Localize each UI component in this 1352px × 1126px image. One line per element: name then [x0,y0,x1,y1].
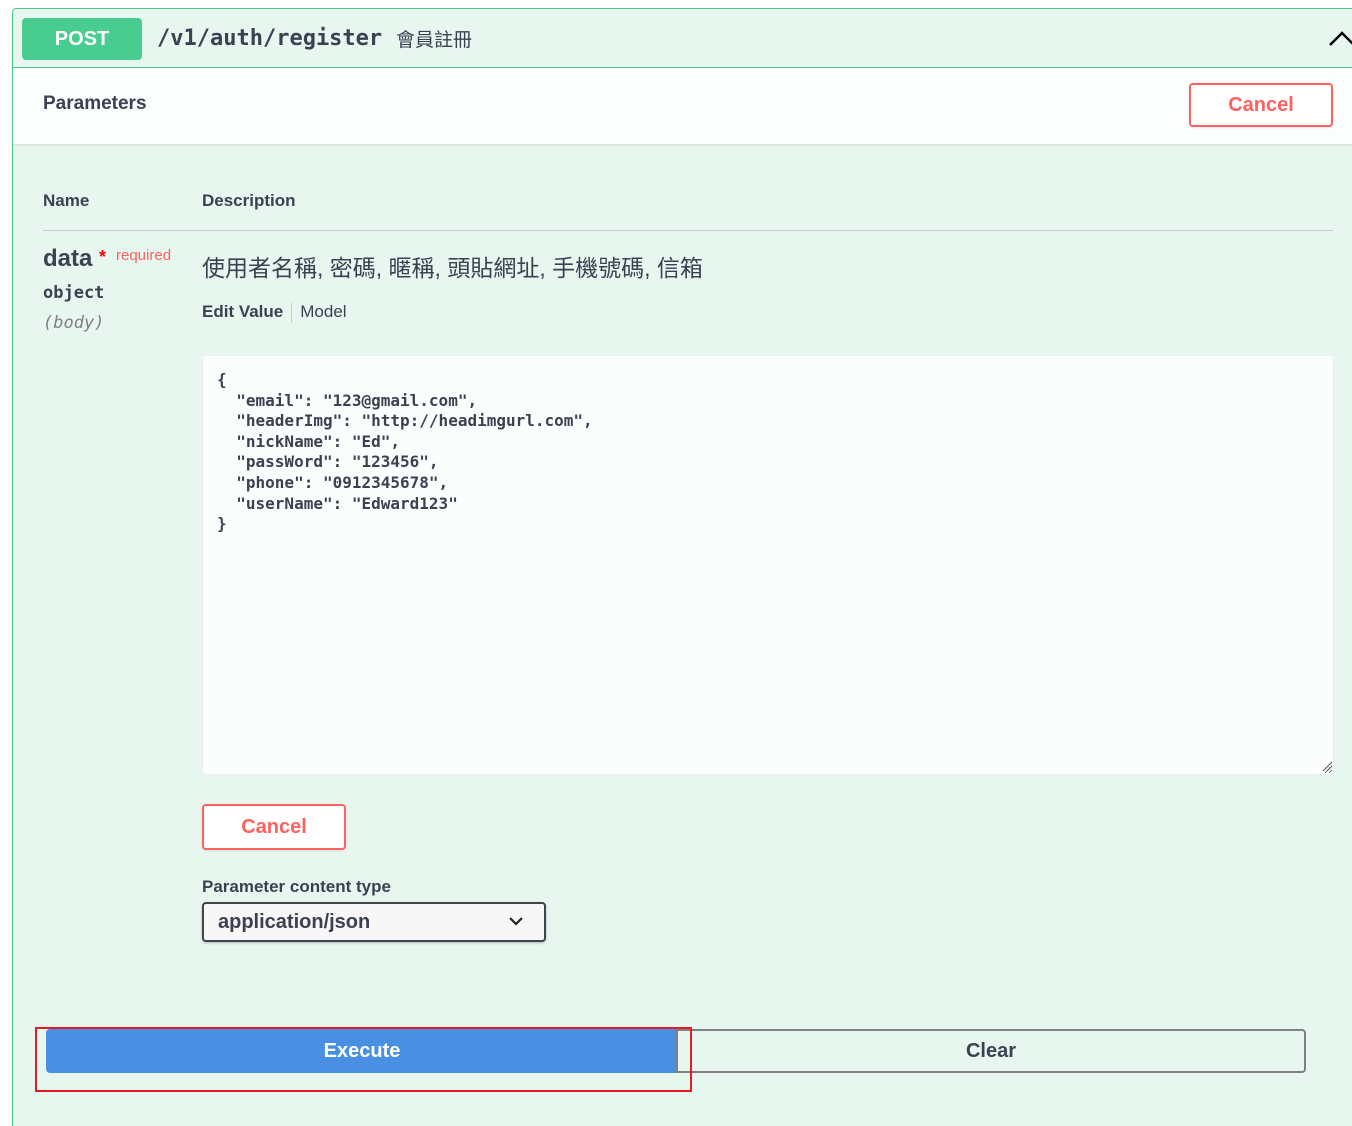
tab-model[interactable]: Model [300,302,346,321]
resize-handle-icon[interactable] [1321,760,1333,772]
required-label: required [116,247,172,264]
chevron-down-icon [509,917,523,926]
tab-divider [291,302,293,323]
body-value-textarea[interactable]: { "email": "123@gmail.com", "headerImg":… [202,355,1334,775]
operation-summary[interactable]: POST /v1/auth/register 會員註冊 [13,9,1352,68]
cancel-try-out-button[interactable]: Cancel [1189,83,1333,127]
http-method-badge: POST [22,18,142,60]
parameter-description: 使用者名稱, 密碼, 暱稱, 頭貼網址, 手機號碼, 信箱 [202,255,703,281]
parameters-section-header: Parameters Cancel [13,68,1352,144]
parameters-title: Parameters [43,93,147,114]
column-header-name: Name [43,191,90,210]
endpoint-description: 會員註冊 [396,30,473,51]
content-type-selected-value: application/json [218,911,371,933]
parameter-location: (body) [43,313,105,333]
value-tabs: Edit Value Model [202,302,347,323]
endpoint-path: /v1/auth/register [157,26,383,51]
required-star: * [99,247,107,267]
cancel-edit-button[interactable]: Cancel [202,804,346,850]
chevron-up-icon[interactable] [1327,27,1352,51]
parameter-name: data [43,245,93,272]
clear-button[interactable]: Clear [676,1029,1306,1073]
operation-block-post-register: POST /v1/auth/register 會員註冊 Parameters C… [12,8,1352,1126]
parameter-content-type-label: Parameter content type [202,877,391,896]
content-type-select[interactable]: application/json [202,902,546,942]
execute-button[interactable]: Execute [46,1029,678,1073]
table-header-divider [43,230,1333,231]
tab-edit-value[interactable]: Edit Value [202,302,283,321]
column-header-description: Description [202,191,296,210]
parameter-type: object [43,283,105,303]
